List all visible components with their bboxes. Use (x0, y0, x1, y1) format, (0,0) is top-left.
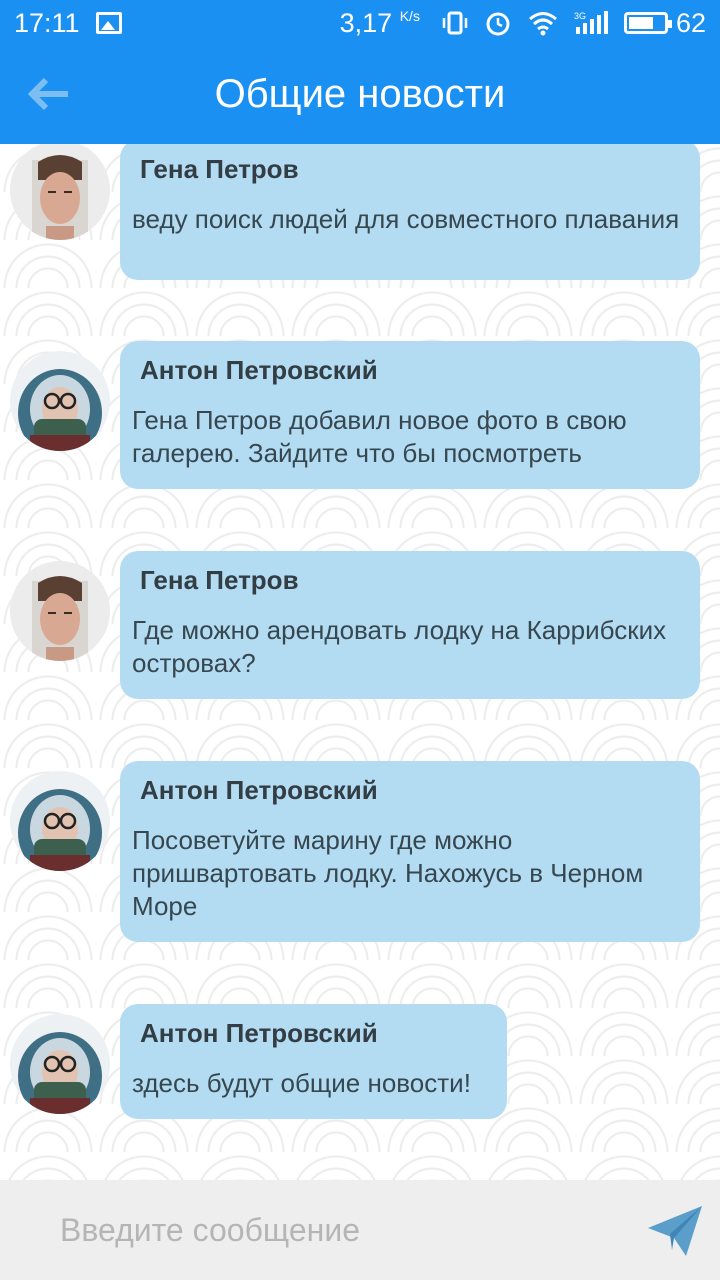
alarm-icon (484, 9, 512, 37)
message-input[interactable] (60, 1210, 620, 1250)
message-author: Гена Петров (140, 154, 299, 184)
message-author: Антон Петровский (140, 775, 378, 805)
battery-level: 62 (675, 7, 706, 38)
message-input-bar (0, 1180, 720, 1280)
wifi-icon (528, 10, 558, 36)
avatar[interactable] (10, 561, 110, 661)
status-time: 17:11 (14, 7, 80, 38)
message-bubble[interactable]: Гена Петров веду поиск людей для совмест… (120, 144, 700, 280)
avatar[interactable] (10, 771, 110, 871)
message-author: Антон Петровский (140, 355, 378, 385)
message-text: Где можно арендовать лодку на Каррибских… (132, 615, 667, 678)
status-bar: 17:11 3,17 K/s 3G 62 (0, 0, 720, 46)
message-text: веду поиск людей для совместного плавани… (132, 204, 680, 234)
message-text: здесь будут общие новости! (132, 1068, 471, 1098)
news-feed[interactable]: Гена Петров веду поиск людей для совмест… (0, 144, 720, 1180)
message-bubble[interactable]: Антон Петровский здесь будут общие новос… (120, 1004, 507, 1119)
page-title: Общие новости (214, 72, 506, 116)
message-author: Антон Петровский (140, 1018, 378, 1048)
avatar[interactable] (10, 144, 110, 240)
network-speed: 3,17 K/s (340, 8, 420, 39)
network-speed-value: 3,17 (339, 7, 393, 38)
vibrate-icon (442, 10, 468, 36)
message-bubble[interactable]: Антон Петровский Гена Петров добавил нов… (120, 341, 700, 489)
network-speed-unit: K/s (399, 7, 420, 24)
send-icon (648, 1206, 702, 1256)
app-bar: Общие новости (0, 46, 720, 144)
message-text: Посоветуйте марину где можно пришвартова… (132, 825, 644, 921)
message-bubble[interactable]: Антон Петровский Посоветуйте марину где … (120, 761, 700, 942)
battery-icon (623, 12, 672, 34)
avatar[interactable] (10, 351, 110, 451)
message-text: Гена Петров добавил новое фото в свою га… (132, 405, 627, 468)
message-bubble[interactable]: Гена Петров Где можно арендовать лодку н… (120, 551, 700, 699)
send-button[interactable] (646, 1204, 704, 1258)
message-author: Гена Петров (140, 565, 299, 595)
network-type: 3G (574, 11, 586, 21)
signal-icon: 3G (574, 10, 610, 36)
avatar[interactable] (10, 1014, 110, 1114)
gallery-notification-icon (95, 12, 122, 34)
